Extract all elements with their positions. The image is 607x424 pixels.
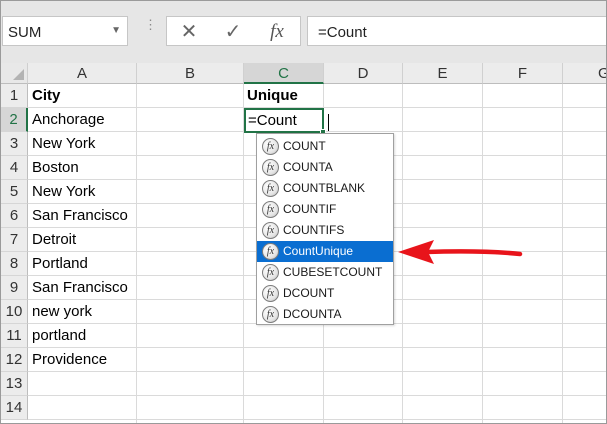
row-header[interactable]: 11	[1, 324, 28, 348]
active-cell-text: =Count	[248, 112, 297, 129]
select-all-button[interactable]	[1, 63, 28, 84]
function-icon: fx	[262, 138, 279, 155]
row-header[interactable]: 8	[1, 252, 28, 276]
function-icon: fx	[262, 222, 279, 239]
row-header[interactable]: 10	[1, 300, 28, 324]
function-icon: fx	[262, 159, 279, 176]
cell-a8[interactable]: Portland	[32, 252, 88, 276]
name-box[interactable]: SUM ▼	[2, 16, 128, 46]
gridline	[28, 419, 606, 420]
column-header[interactable]: D	[324, 63, 403, 84]
autocomplete-item-label: DCOUNTA	[283, 307, 342, 321]
autocomplete-item[interactable]: fx COUNTIF	[257, 199, 393, 220]
autocomplete-item[interactable]: fx COUNTBLANK	[257, 178, 393, 199]
autocomplete-item[interactable]: fx COUNT	[257, 136, 393, 157]
autocomplete-item-label: COUNTBLANK	[283, 181, 366, 195]
autocomplete-item-label: COUNTA	[283, 160, 333, 174]
row-header[interactable]: 3	[1, 132, 28, 156]
select-all-triangle-icon	[13, 69, 24, 80]
cell-a5[interactable]: New York	[32, 180, 95, 204]
autocomplete-item-label: COUNTIFS	[283, 223, 345, 237]
column-header[interactable]: G	[563, 63, 606, 84]
autocomplete-item[interactable]: fx DCOUNTA	[257, 304, 393, 325]
column-header[interactable]: B	[137, 63, 244, 84]
column-header-active[interactable]: C	[244, 63, 324, 84]
row-header-active[interactable]: 2	[1, 108, 28, 132]
grip-dots-icon: ⋮	[144, 17, 157, 32]
row-header[interactable]: 7	[1, 228, 28, 252]
formula-buttons: ✕ ✓ fx	[166, 16, 301, 46]
formula-autocomplete-list: fx COUNT fx COUNTA fx COUNTBLANK fx COUN…	[256, 133, 394, 325]
function-icon: fx	[262, 264, 279, 281]
name-box-value: SUM	[8, 24, 42, 41]
enter-icon[interactable]: ✓	[213, 17, 253, 47]
cell-a9[interactable]: San Francisco	[32, 276, 128, 300]
autocomplete-item-label: COUNTIF	[283, 202, 337, 216]
gridline	[562, 84, 563, 423]
cell-a4[interactable]: Boston	[32, 156, 79, 180]
autocomplete-item-label: CUBESETCOUNT	[283, 265, 383, 279]
gridline	[28, 347, 606, 348]
function-icon: fx	[262, 306, 279, 323]
autocomplete-item[interactable]: fx COUNTA	[257, 157, 393, 178]
cell-a3[interactable]: New York	[32, 132, 95, 156]
function-icon: fx	[262, 201, 279, 218]
cell-a1[interactable]: City	[32, 84, 60, 108]
red-arrow-annotation	[398, 240, 523, 264]
autocomplete-item[interactable]: fx CUBESETCOUNT	[257, 262, 393, 283]
row-header[interactable]: 9	[1, 276, 28, 300]
cell-a6[interactable]: San Francisco	[32, 204, 128, 228]
cell-a11[interactable]: portland	[32, 324, 86, 348]
gridline	[28, 371, 606, 372]
row-header[interactable]: 6	[1, 204, 28, 228]
row-header[interactable]: 12	[1, 348, 28, 372]
chevron-down-icon[interactable]: ▼	[111, 25, 121, 36]
autocomplete-item-label: CountUnique	[283, 244, 354, 258]
function-icon: fx	[262, 243, 279, 260]
column-header[interactable]: F	[483, 63, 563, 84]
row-header[interactable]: 4	[1, 156, 28, 180]
gridline	[136, 84, 137, 423]
formula-input[interactable]: =Count	[307, 16, 606, 46]
cell-a12[interactable]: Providence	[32, 348, 107, 372]
gridline	[243, 84, 244, 423]
formula-bar: SUM ▼ ⋮ ✕ ✓ fx =Count	[1, 1, 606, 63]
autocomplete-item[interactable]: fx COUNTIFS	[257, 220, 393, 241]
gridline	[28, 395, 606, 396]
autocomplete-item-label: COUNT	[283, 139, 326, 153]
row-header[interactable]: 13	[1, 372, 28, 396]
autocomplete-item-label: DCOUNT	[283, 286, 335, 300]
autocomplete-item-selected[interactable]: fx CountUnique	[257, 241, 393, 262]
cancel-icon[interactable]: ✕	[169, 17, 209, 47]
function-icon: fx	[262, 285, 279, 302]
cell-a10[interactable]: new york	[32, 300, 92, 324]
autocomplete-item[interactable]: fx DCOUNT	[257, 283, 393, 304]
text-caret	[328, 114, 329, 131]
cell-a7[interactable]: Detroit	[32, 228, 76, 252]
active-cell-c2[interactable]: =Count	[244, 108, 324, 133]
excel-window: SUM ▼ ⋮ ✕ ✓ fx =Count A B C D E F G 1 2 …	[0, 0, 607, 424]
cell-a2[interactable]: Anchorage	[32, 108, 105, 132]
row-header[interactable]: 1	[1, 84, 28, 108]
row-header[interactable]: 5	[1, 180, 28, 204]
cell-c1[interactable]: Unique	[247, 84, 298, 108]
column-header[interactable]: E	[403, 63, 483, 84]
column-header[interactable]: A	[28, 63, 137, 84]
insert-function-icon[interactable]: fx	[257, 17, 297, 47]
function-icon: fx	[262, 180, 279, 197]
arrow-shaft	[423, 249, 523, 257]
formula-text: =Count	[318, 24, 367, 41]
row-header[interactable]: 14	[1, 396, 28, 420]
